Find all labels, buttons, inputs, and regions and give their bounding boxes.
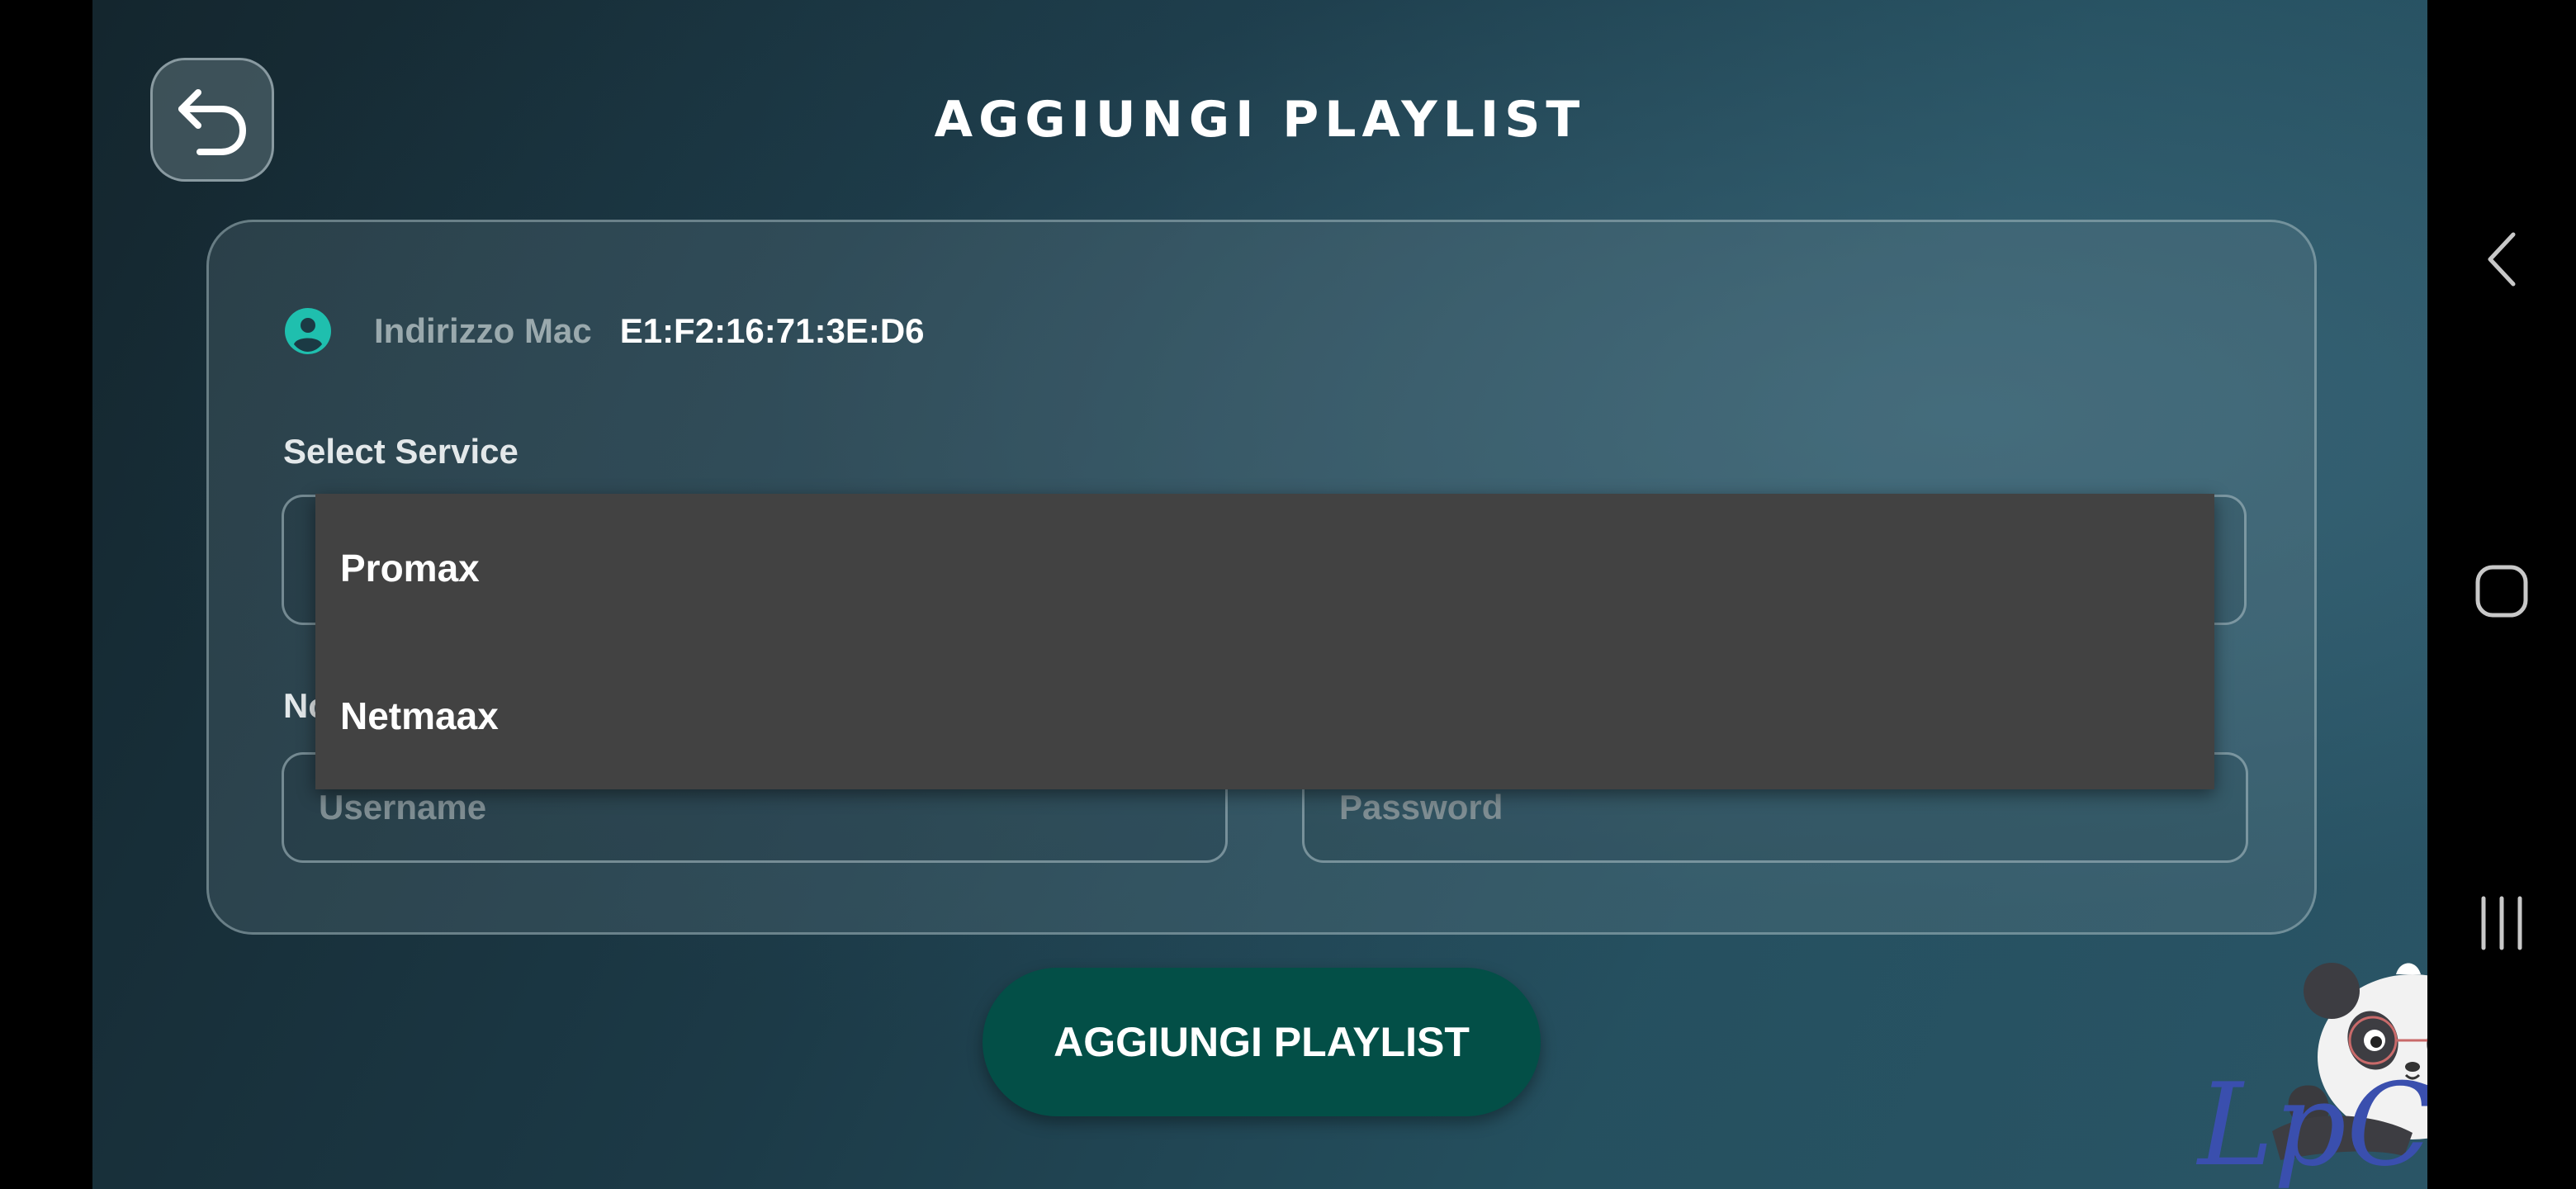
system-recents-button[interactable] [2427,857,2576,989]
system-navigation-bar [2427,0,2576,1189]
system-home-button[interactable] [2427,525,2576,657]
lpcodes-watermark: LpCodes [2195,963,2427,1189]
user-circle-icon [285,308,331,354]
select-service-label: Select Service [283,432,519,471]
add-playlist-button[interactable]: AGGIUNGI PLAYLIST [983,968,1541,1116]
chevron-left-icon [2488,232,2516,287]
service-dropdown-menu: Promax Netmaax [315,494,2214,789]
dropdown-option-promax[interactable]: Promax [315,494,2214,642]
recents-bars-icon [2481,896,2522,950]
watermark-text: LpCodes [2195,1059,2427,1189]
app-screen: AGGIUNGI PLAYLIST Indirizzo Mac E1:F2:16… [92,0,2427,1189]
home-square-icon [2475,565,2528,618]
mac-address-row: Indirizzo Mac E1:F2:16:71:3E:D6 [283,298,925,364]
page-title: AGGIUNGI PLAYLIST [934,91,1586,149]
system-back-button[interactable] [2427,193,2576,325]
mac-address-label: Indirizzo Mac [374,311,592,350]
dropdown-option-netmaax[interactable]: Netmaax [315,642,2214,789]
mac-address-value: E1:F2:16:71:3E:D6 [619,311,925,350]
